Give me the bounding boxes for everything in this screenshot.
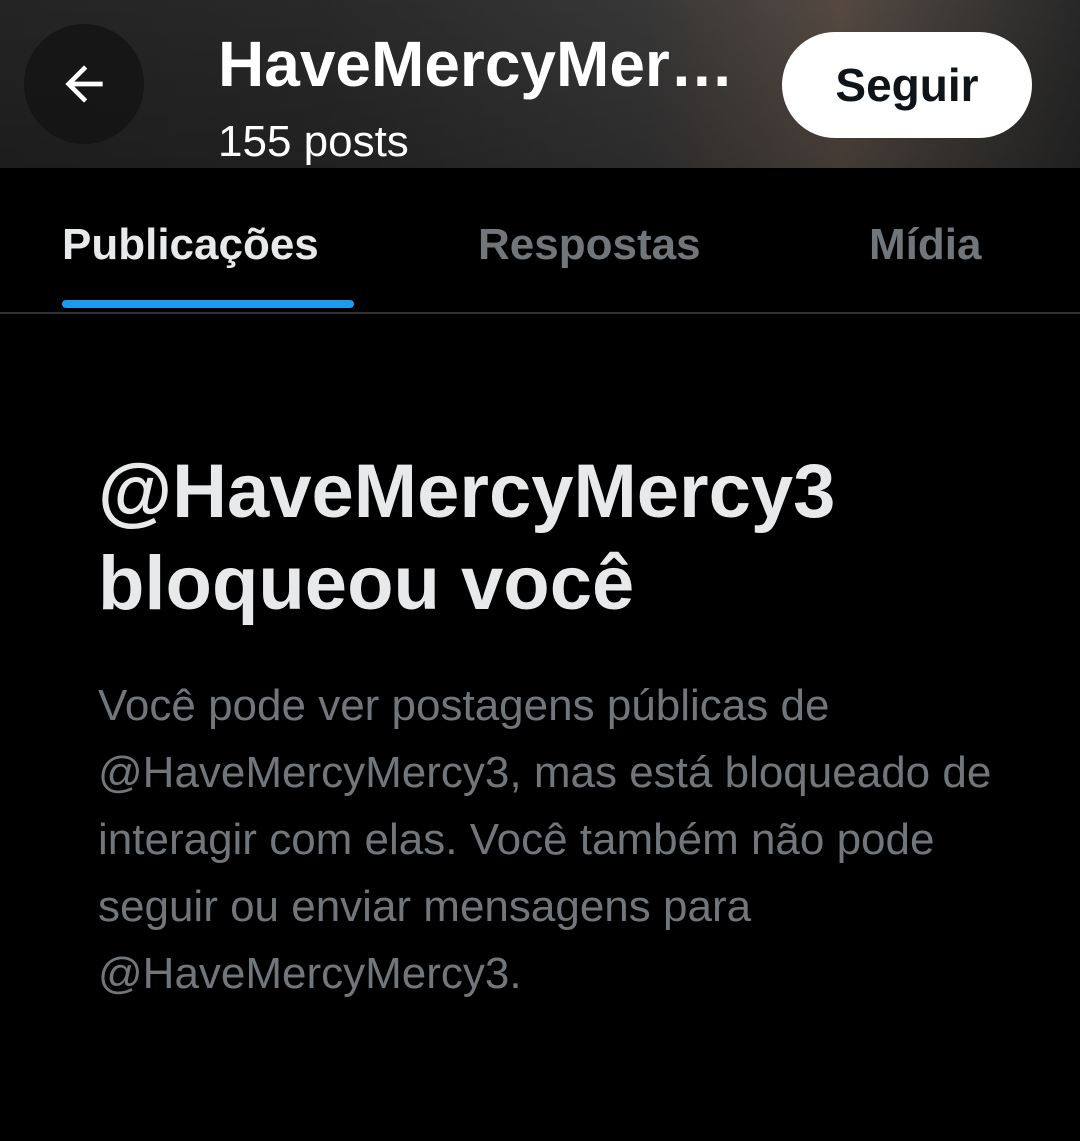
blocked-description: Você pode ver postagens públicas de @Hav… bbox=[98, 681, 992, 998]
arrow-left-icon bbox=[65, 65, 103, 103]
tab-publicacoes[interactable]: Publicações bbox=[62, 220, 319, 270]
profile-name-title: HaveMercyMer… bbox=[218, 28, 734, 100]
profile-header: HaveMercyMer… 155 posts Seguir bbox=[0, 0, 1080, 168]
blocked-title-handle: @HaveMercyMercy3 bbox=[98, 449, 836, 534]
follow-button[interactable]: Seguir bbox=[782, 32, 1032, 138]
posts-count: 155 posts bbox=[218, 117, 409, 166]
profile-tabs: Publicações Respostas Mídia bbox=[0, 168, 1080, 314]
back-button[interactable] bbox=[24, 24, 144, 144]
tab-respostas[interactable]: Respostas bbox=[478, 220, 701, 270]
active-tab-indicator bbox=[62, 300, 354, 308]
blocked-title-text: bloqueou você bbox=[98, 541, 635, 626]
blocked-title: @HaveMercyMercy3 bloqueou você bbox=[98, 446, 998, 630]
tab-midia[interactable]: Mídia bbox=[869, 220, 981, 270]
